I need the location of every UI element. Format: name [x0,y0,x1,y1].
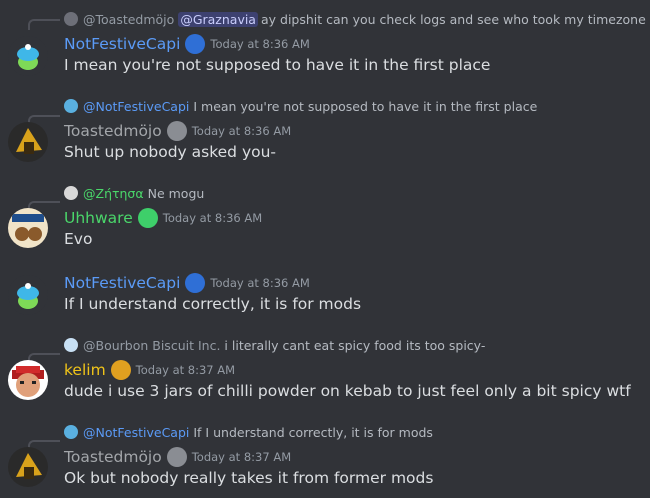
message-text: I mean you're not supposed to have it in… [64,56,491,74]
reply-text: Ne mogu [147,185,205,201]
message-text: Evo [64,230,93,248]
author-name[interactable]: Toastedmöjo [64,122,162,140]
reply-avatar [64,425,78,439]
gray-avatar-icon [166,447,187,467]
avatar[interactable] [8,275,48,315]
reply-preview[interactable]: @NotFestiveCapi I mean you're not suppos… [64,97,537,115]
reply-author[interactable]: @NotFestiveCapi [83,425,189,440]
reply-preview[interactable]: @Toastedmöjo @Graznavia ay dipshit can y… [64,10,650,28]
author-name[interactable]: NotFestiveCapi [64,274,180,292]
reply-author[interactable]: @Toastedmöjo [83,12,174,27]
reply-author[interactable]: @Ζήτησα [83,186,144,201]
message-text: Ok but nobody really takes it from forme… [64,469,434,487]
avatar[interactable] [8,122,48,162]
avatar[interactable] [8,360,48,400]
avatar[interactable] [8,447,48,487]
reply-spine [28,19,60,30]
reply-avatar [64,99,78,113]
avatar[interactable] [8,36,48,76]
gray-avatar-icon [166,121,187,141]
timestamp: Today at 8:36 AM [162,211,263,225]
reply-preview[interactable]: @Ζήτησα Ne mogu [64,184,204,202]
blue-globe-icon [185,273,206,293]
avatar[interactable] [8,208,48,248]
reply-avatar [64,338,78,352]
timestamp: Today at 8:36 AM [191,124,292,138]
message-text: Shut up nobody asked you- [64,143,277,161]
message-text: dude i use 3 jars of chilli powder on ke… [64,382,631,400]
reply-text: I mean you're not supposed to have it in… [193,98,538,114]
reply-text: If I understand correctly, it is for mod… [193,424,433,440]
reply-author[interactable]: @NotFestiveCapi [83,99,189,114]
green-leaf-icon [137,208,158,228]
author-name[interactable]: Uhhware [64,209,133,227]
timestamp: Today at 8:36 AM [210,276,310,290]
author-name[interactable]: Toastedmöjo [64,448,162,466]
timestamp: Today at 8:36 AM [210,37,310,51]
reply-preview[interactable]: @Bourbon Biscuit Inc. i literally cant e… [64,336,485,354]
message-text: If I understand correctly, it is for mod… [64,295,362,313]
reply-avatar [64,12,78,26]
reply-text: i literally cant eat spicy food its too … [224,337,486,353]
gold-knot-icon [110,360,131,380]
reply-avatar [64,186,78,200]
timestamp: Today at 8:37 AM [191,450,292,464]
mention[interactable]: @Graznavia [178,11,258,27]
reply-preview[interactable]: @NotFestiveCapi If I understand correctl… [64,423,433,441]
timestamp: Today at 8:37 AM [135,363,236,377]
reply-text: ay dipshit can you check logs and see wh… [260,11,650,27]
blue-globe-icon [185,34,206,54]
author-name[interactable]: kelim [64,361,106,379]
reply-author[interactable]: @Bourbon Biscuit Inc. [83,338,220,353]
author-name[interactable]: NotFestiveCapi [64,35,180,53]
